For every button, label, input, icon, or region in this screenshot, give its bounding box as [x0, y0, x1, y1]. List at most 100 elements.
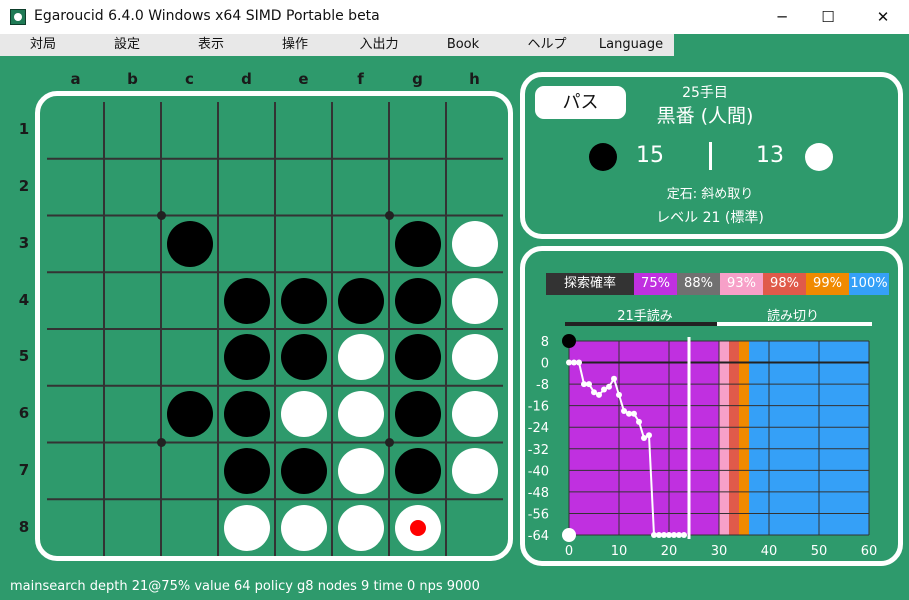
- white-disc-d8: [223, 504, 270, 551]
- board-grid: [47, 102, 503, 556]
- row-label-7: 7: [18, 461, 30, 479]
- col-label-b: b: [127, 70, 138, 88]
- prob-band: [729, 341, 739, 535]
- menu-io[interactable]: 入出力: [344, 34, 414, 56]
- y-tick-label: -56: [528, 507, 549, 522]
- x-tick-label: 50: [811, 544, 828, 559]
- menu-operate[interactable]: 操作: [260, 34, 330, 56]
- eval-point: [586, 381, 592, 388]
- y-tick-label: -24: [528, 421, 549, 436]
- legend-item-93: 93%: [720, 273, 763, 295]
- move-number: 25手目: [682, 85, 728, 101]
- probability-legend: 探索確率 75% 88% 93% 98% 99% 100%: [546, 273, 889, 295]
- x-tick-label: 0: [565, 544, 573, 559]
- y-tick-label: 8: [541, 335, 549, 350]
- menu-bar: 対局 設定 表示 操作 入出力 Book ヘルプ Language: [0, 34, 674, 56]
- col-label-h: h: [469, 70, 480, 88]
- white-disc-h5: [451, 334, 498, 381]
- black-disc-e5: [280, 334, 327, 381]
- white-disc-icon: [805, 143, 833, 171]
- white-disc-h4: [451, 277, 498, 324]
- legend-item-100: 100%: [849, 273, 889, 295]
- black-disc-d4: [223, 277, 270, 324]
- app-icon: [10, 9, 26, 25]
- black-disc-d7: [223, 447, 270, 494]
- close-button[interactable]: ✕: [860, 0, 906, 34]
- black-disc-c3: [166, 220, 213, 267]
- black-disc-g3: [394, 220, 441, 267]
- star-point: [384, 438, 394, 447]
- menu-language[interactable]: Language: [596, 34, 666, 56]
- menu-settings[interactable]: 設定: [92, 34, 162, 56]
- col-label-d: d: [241, 70, 252, 88]
- pass-button[interactable]: パス: [535, 86, 626, 119]
- white-disc-f7: [337, 447, 384, 494]
- x-tick-label: 60: [861, 544, 878, 559]
- y-tick-label: -16: [528, 400, 549, 415]
- minimize-button[interactable]: ─: [759, 0, 805, 34]
- legend-item-99: 99%: [806, 273, 849, 295]
- x-tick-label: 40: [761, 544, 778, 559]
- black-count: 15: [636, 143, 664, 168]
- white-disc-f8: [337, 504, 384, 551]
- row-label-3: 3: [18, 234, 30, 252]
- black-disc-g5: [394, 334, 441, 381]
- othello-board[interactable]: [47, 102, 503, 556]
- menu-book[interactable]: Book: [428, 34, 498, 56]
- black-disc-d5: [223, 334, 270, 381]
- white-disc-e8: [280, 504, 327, 551]
- last-move-marker: [409, 519, 426, 536]
- star-point: [156, 211, 166, 220]
- white-count: 13: [756, 143, 784, 168]
- y-tick-label: -48: [528, 486, 549, 501]
- white-disc-h6: [451, 391, 498, 438]
- row-label-8: 8: [18, 518, 30, 536]
- black-disc-f4: [337, 277, 384, 324]
- eval-point: [576, 359, 582, 366]
- eval-point: [646, 432, 652, 439]
- x-tick-label: 10: [611, 544, 628, 559]
- col-label-g: g: [412, 70, 423, 88]
- col-label-c: c: [185, 70, 194, 88]
- black-side-icon: [562, 334, 576, 348]
- title-bar: Egaroucid 6.4.0 Windows x64 SIMD Portabl…: [0, 0, 909, 34]
- status-line: mainsearch depth 21@75% value 64 policy …: [10, 579, 480, 594]
- black-disc-e4: [280, 277, 327, 324]
- x-tick-label: 30: [711, 544, 728, 559]
- col-label-a: a: [70, 70, 81, 88]
- row-label-6: 6: [18, 404, 30, 422]
- legend-label: 探索確率: [546, 273, 634, 295]
- level-label: レベル 21 (標準): [656, 210, 764, 226]
- eval-point: [681, 532, 687, 538]
- row-label-2: 2: [18, 177, 30, 195]
- white-side-icon: [562, 528, 576, 542]
- eval-point: [606, 383, 612, 390]
- row-label-5: 5: [18, 347, 30, 365]
- row-label-1: 1: [18, 120, 30, 138]
- maximize-button[interactable]: ☐: [805, 0, 851, 34]
- legend-item-75: 75%: [634, 273, 677, 295]
- prob-band: [749, 341, 869, 535]
- black-disc-d6: [223, 391, 270, 438]
- eval-point: [631, 410, 637, 417]
- window-title: Egaroucid 6.4.0 Windows x64 SIMD Portabl…: [34, 8, 380, 24]
- evaluation-graph: 8 0 -8 -16 -24 -32 -40 -48 -56 -64 0 10 20 30 40 50 60: [528, 334, 878, 559]
- y-tick-label: -32: [528, 443, 549, 458]
- score-divider: [709, 142, 712, 170]
- menu-game[interactable]: 対局: [8, 34, 78, 56]
- eval-point: [616, 391, 622, 398]
- menu-display[interactable]: 表示: [176, 34, 246, 56]
- black-disc-g6: [394, 391, 441, 438]
- black-disc-g7: [394, 447, 441, 494]
- y-tick-label: 0: [541, 357, 549, 372]
- y-tick-label: -64: [528, 529, 549, 544]
- turn-indicator: 黒番 (人間): [656, 105, 754, 127]
- opening-name: 定石: 斜め取り: [666, 187, 754, 202]
- black-disc-icon: [589, 143, 617, 171]
- x-tick-label: 20: [661, 544, 678, 559]
- white-disc-e6: [280, 391, 327, 438]
- prob-band: [719, 341, 729, 535]
- black-disc-g4: [394, 277, 441, 324]
- menu-help[interactable]: ヘルプ: [512, 34, 582, 56]
- prob-band: [739, 341, 749, 535]
